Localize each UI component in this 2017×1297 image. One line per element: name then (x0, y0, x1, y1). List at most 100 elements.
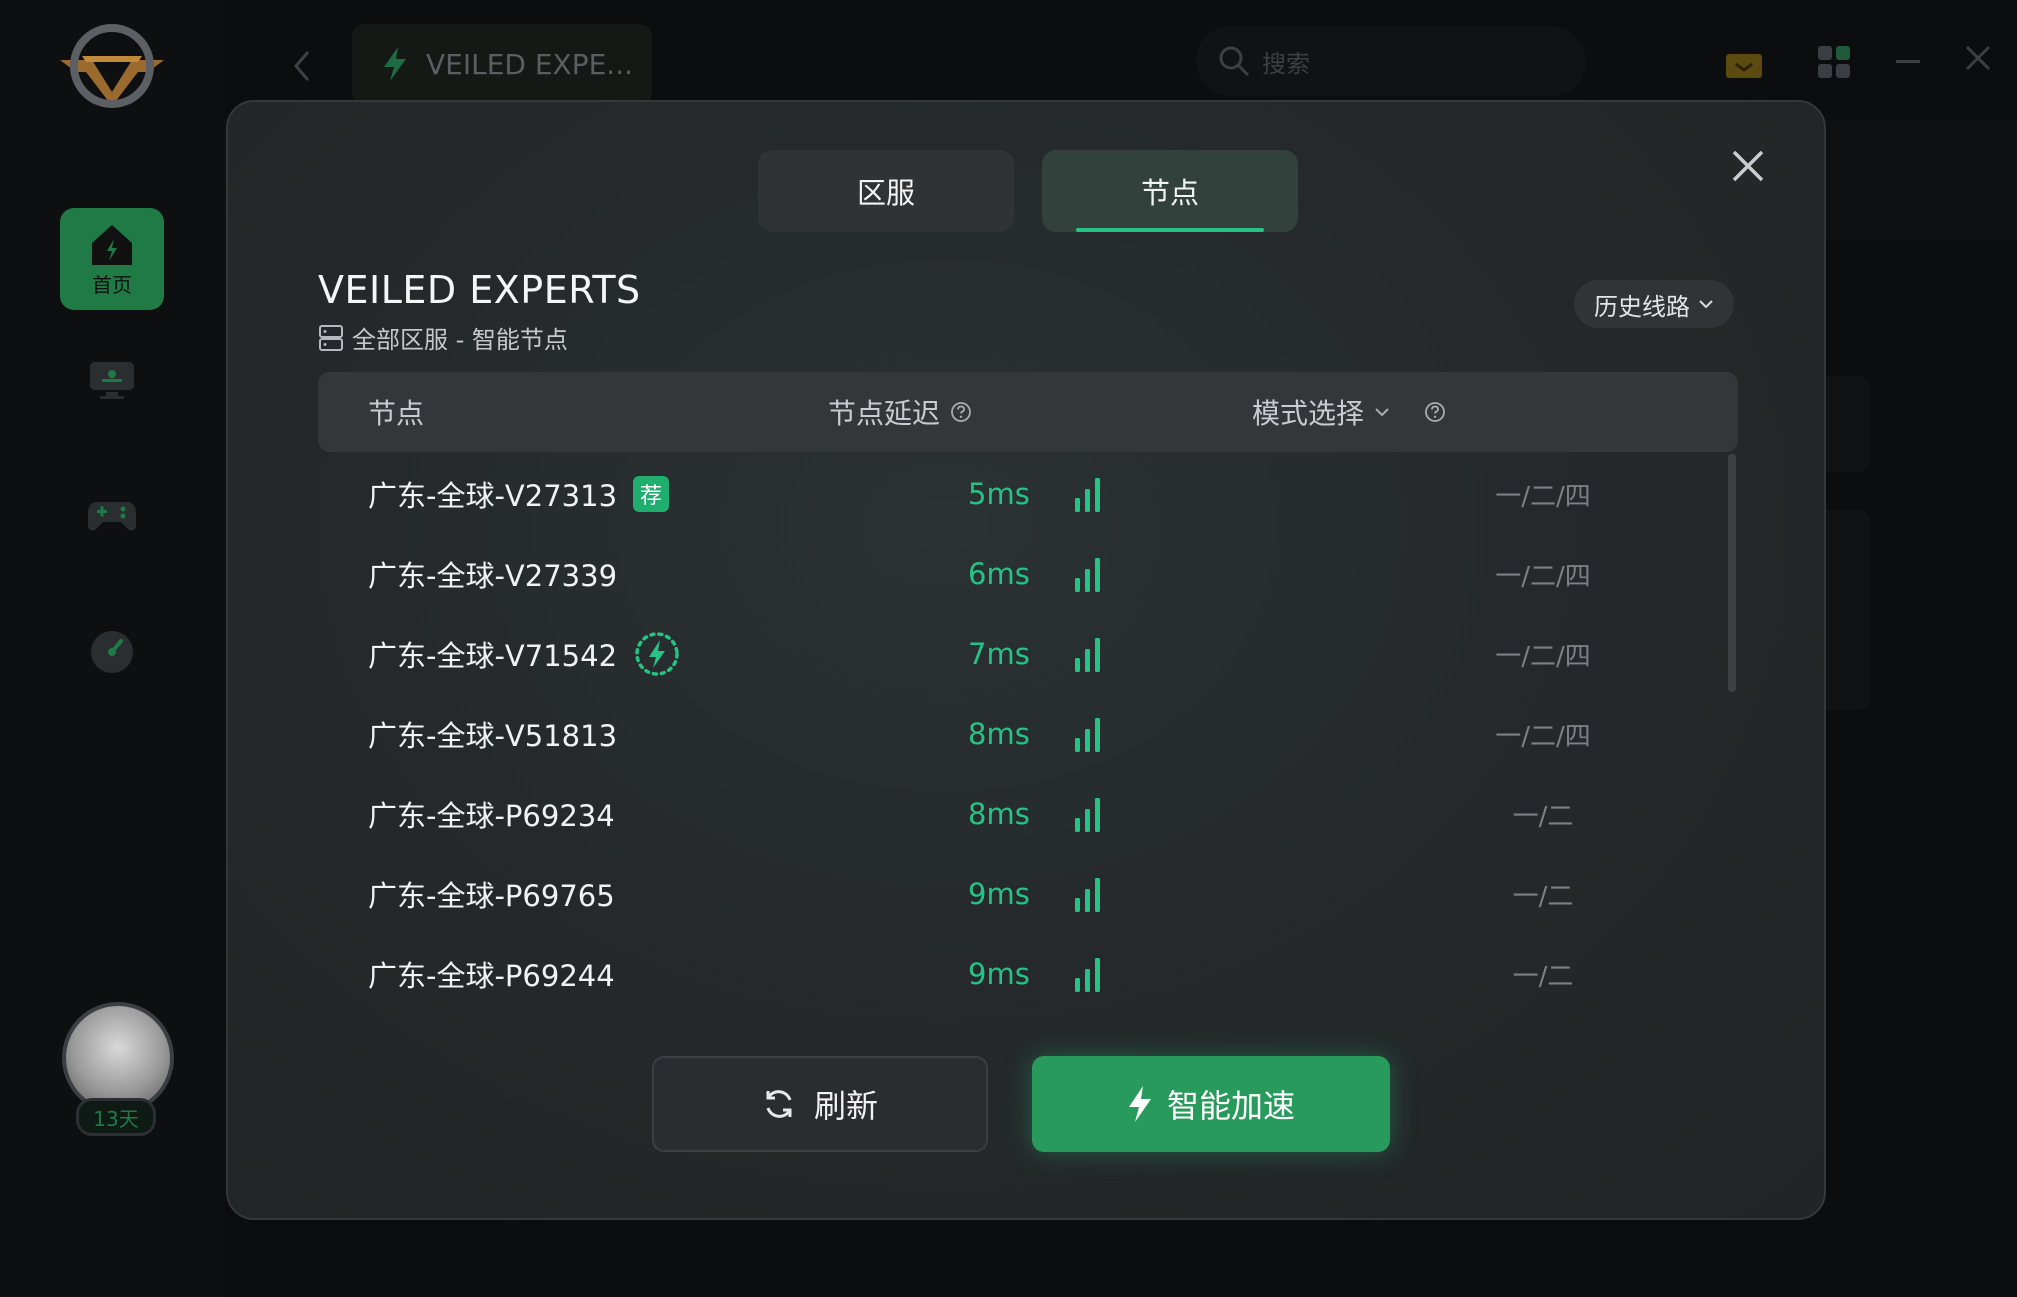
close-icon (1732, 150, 1764, 182)
history-routes-label: 历史线路 (1594, 292, 1690, 321)
node-list: 广东-全球-V27313 荐 5ms 一/二/四 广东-全球-V27339 6m… (318, 454, 1738, 1134)
window-close-button[interactable] (1964, 44, 1992, 72)
search-placeholder: 搜索 (1262, 49, 1310, 78)
node-latency: 9ms (968, 877, 1030, 911)
list-scrollbar[interactable] (1728, 454, 1736, 692)
chevron-left-icon (294, 51, 310, 81)
home-icon (92, 224, 132, 265)
search-icon (1219, 46, 1250, 77)
recommended-badge: 荐 (633, 476, 670, 512)
nav-speed[interactable] (82, 622, 142, 682)
node-name: 广东-全球-P69244 (368, 959, 615, 993)
node-latency: 7ms (968, 637, 1030, 671)
gamepad-icon (88, 502, 136, 531)
table-header: 节点 节点延迟 模式选择 (318, 372, 1738, 452)
dialog-close-button[interactable] (1728, 146, 1768, 186)
chevron-down-icon (1699, 300, 1713, 309)
server-icon (319, 324, 343, 351)
subtitle: 全部区服 - 智能节点 (318, 320, 568, 355)
node-name-cell: 广东-全球-P69234 (368, 774, 615, 854)
smart-accelerate-label: 智能加速 (1166, 1087, 1295, 1125)
signal-bars-icon (1075, 638, 1100, 672)
help-icon[interactable] (950, 401, 972, 423)
help-icon[interactable] (1424, 401, 1446, 423)
node-name: 广东-全球-P69765 (368, 879, 615, 913)
node-name-cell: 广东-全球-P69765 (368, 854, 615, 934)
node-mode: 一/二/四 (1495, 481, 1591, 512)
node-row[interactable]: 广东-全球-V71542 7ms 一/二/四 (318, 614, 1718, 694)
boost-ring-icon (633, 630, 681, 678)
node-name: 广东-全球-V27313 (368, 479, 618, 513)
node-latency: 6ms (968, 557, 1030, 591)
nav-devices[interactable] (82, 350, 142, 410)
column-mode[interactable]: 模式选择 (1252, 372, 1446, 452)
node-mode: 一/二 (1512, 801, 1574, 832)
game-tab-title: VEILED EXPE... (426, 47, 634, 81)
node-latency: 8ms (968, 797, 1030, 831)
node-mode: 一/二/四 (1495, 641, 1591, 672)
signal-bars-icon (1075, 798, 1100, 832)
back-button[interactable] (288, 46, 316, 86)
monitor-icon (90, 362, 134, 399)
node-mode: 一/二/四 (1495, 721, 1591, 752)
speedometer-icon (91, 631, 133, 673)
nav-home[interactable]: 首页 (60, 208, 164, 310)
node-row[interactable]: 广东-全球-V27339 6ms 一/二/四 (318, 534, 1718, 614)
game-title: VEILED EXPERTS (318, 268, 641, 312)
column-node-label: 节点 (368, 397, 425, 430)
gift-icon (1726, 54, 1762, 78)
nav-games[interactable] (82, 486, 142, 546)
node-name: 广东-全球-V27339 (368, 559, 618, 593)
vip-days-text: 13天 (93, 1106, 139, 1131)
node-row[interactable]: 广东-全球-V27313 荐 5ms 一/二/四 (318, 454, 1718, 534)
gift-button[interactable] (1724, 40, 1764, 80)
node-name-cell: 广东-全球-P69244 (368, 934, 615, 1014)
node-mode: 一/二 (1512, 961, 1574, 992)
signal-bars-icon (1075, 718, 1100, 752)
column-latency: 节点延迟 (828, 372, 972, 452)
history-routes-dropdown[interactable]: 历史线路 (1574, 280, 1734, 328)
vip-days-badge: 13天 (76, 1098, 156, 1136)
refresh-label: 刷新 (813, 1087, 878, 1125)
column-latency-label: 节点延迟 (828, 397, 941, 430)
node-name-cell: 广东-全球-V71542 (368, 614, 681, 694)
nav-home-label: 首页 (92, 272, 132, 297)
node-mode: 一/二/四 (1495, 561, 1591, 592)
column-mode-label: 模式选择 (1252, 397, 1365, 430)
grid-icon (1818, 46, 1850, 78)
signal-bars-icon (1075, 878, 1100, 912)
signal-bars-icon (1075, 558, 1100, 592)
node-row[interactable]: 广东-全球-P69244 9ms 一/二 (318, 934, 1718, 1014)
search-input[interactable]: 搜索 (1196, 26, 1586, 96)
node-latency: 9ms (968, 957, 1030, 991)
column-node: 节点 (368, 372, 424, 452)
node-row[interactable]: 广东-全球-P69234 8ms 一/二 (318, 774, 1718, 854)
apps-button[interactable] (1818, 46, 1850, 78)
app-logo (52, 16, 172, 112)
sidebar: 首页 13天 (0, 0, 225, 1297)
node-latency: 5ms (968, 477, 1030, 511)
node-select-dialog: 区服 节点 VEILED EXPERTS 全部区服 - 智能节点 历史线路 节点… (226, 100, 1826, 1220)
game-tab[interactable]: VEILED EXPE... (352, 24, 652, 104)
close-icon (1965, 45, 1991, 71)
node-row[interactable]: 广东-全球-P69765 9ms 一/二 (318, 854, 1718, 934)
node-mode: 一/二 (1512, 881, 1574, 912)
refresh-icon (766, 1090, 792, 1118)
node-name-cell: 广东-全球-V27313 荐 (368, 454, 670, 534)
tab-node[interactable]: 节点 (1042, 150, 1298, 232)
dialog-tabs: 区服 节点 (758, 150, 1298, 232)
node-name-cell: 广东-全球-V27339 (368, 534, 617, 614)
node-name: 广东-全球-V71542 (368, 639, 618, 673)
refresh-button[interactable]: 刷新 (652, 1056, 988, 1152)
lightning-icon (384, 47, 406, 81)
lightning-icon (1128, 1086, 1151, 1122)
tab-server[interactable]: 区服 (758, 150, 1014, 232)
minimize-button[interactable] (1896, 60, 1920, 63)
signal-bars-icon (1075, 958, 1100, 992)
node-name-cell: 广东-全球-V51813 (368, 694, 617, 774)
smart-accelerate-button[interactable]: 智能加速 (1032, 1056, 1390, 1152)
subtitle-text: 全部区服 - 智能节点 (352, 326, 568, 354)
node-row[interactable]: 广东-全球-V51813 8ms 一/二/四 (318, 694, 1718, 774)
node-name: 广东-全球-P69234 (368, 799, 615, 833)
node-name: 广东-全球-V51813 (368, 719, 618, 753)
